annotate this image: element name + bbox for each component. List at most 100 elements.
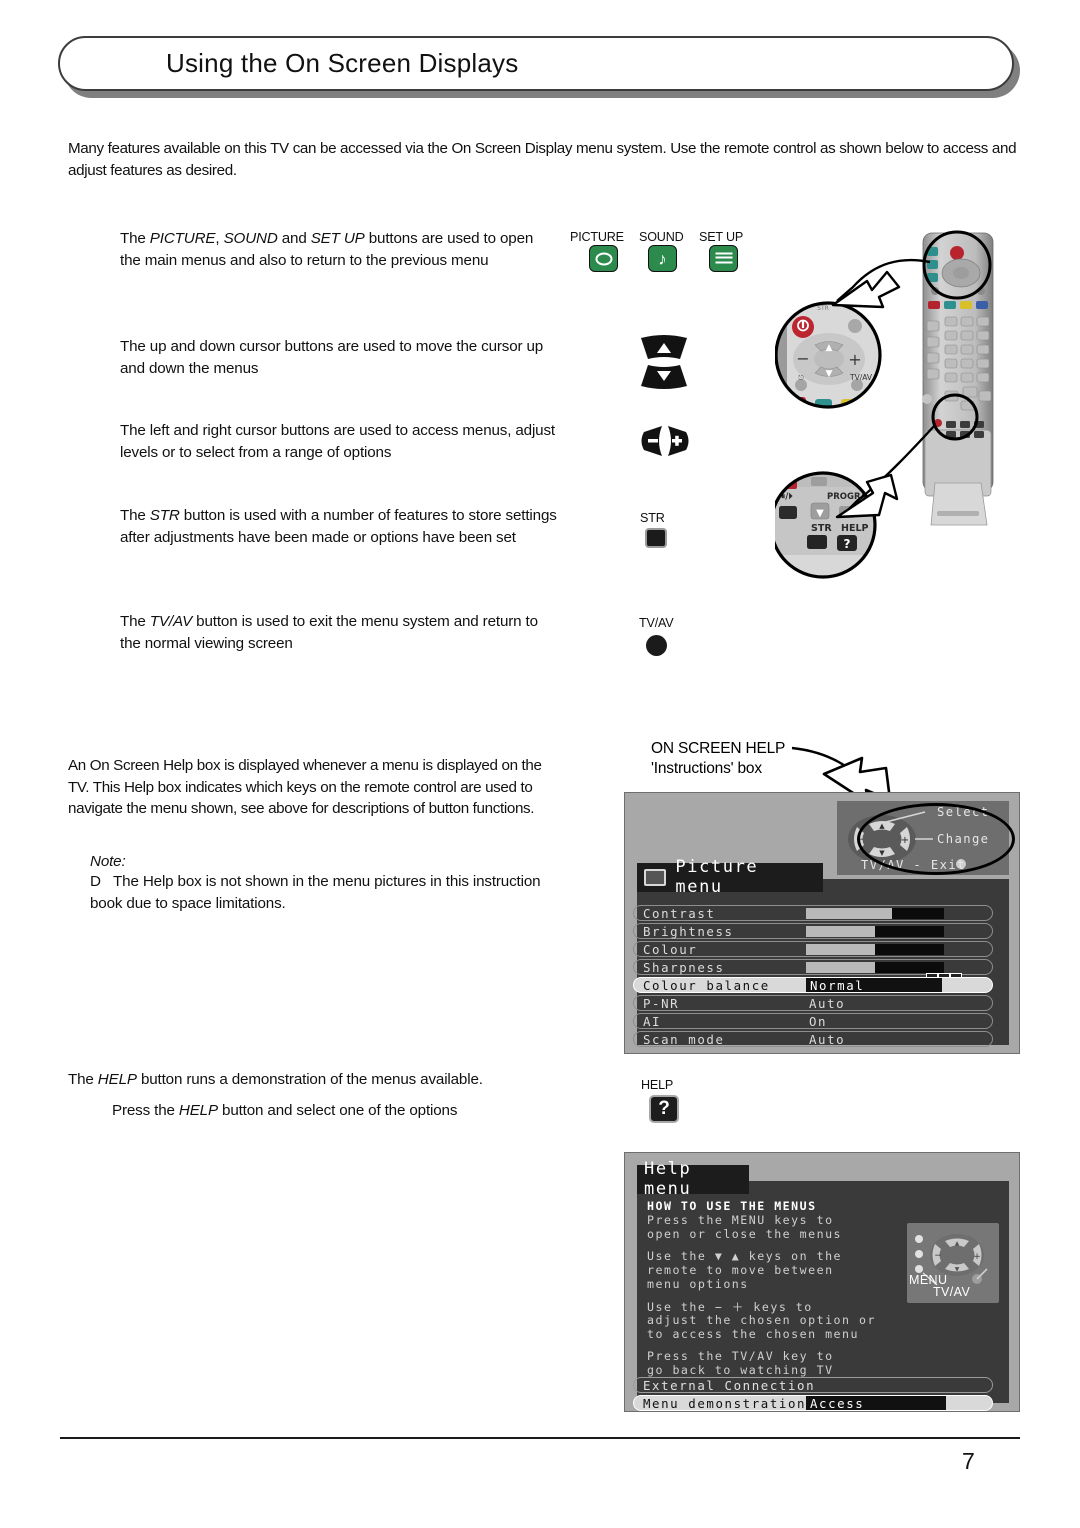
row-label: Menu demonstration — [643, 1395, 807, 1411]
picture-menu-title: Picture menu — [675, 857, 759, 897]
list-lines-icon — [715, 252, 732, 265]
picture-menu-title-tab: Picture menu — [637, 857, 823, 897]
help-line: adjust the chosen option or — [647, 1313, 876, 1327]
svg-text:▲: ▲ — [826, 343, 833, 353]
help-line: Press the MENU keys to — [647, 1213, 834, 1227]
help-row-external-connection[interactable]: External Connection — [633, 1377, 993, 1393]
row-label: Contrast — [643, 905, 716, 921]
picture-button[interactable] — [589, 245, 618, 272]
help-menu-title: Help menu — [644, 1159, 692, 1199]
cursor-up-down-icon[interactable] — [638, 334, 690, 390]
cursor-left-right-icon[interactable] — [639, 424, 691, 458]
picture-row-pnr[interactable]: P-NR Auto — [633, 995, 993, 1011]
section-up-down-cursor-text: The up and down cursor buttons are used … — [120, 338, 544, 377]
row-label: Scan mode — [643, 1031, 725, 1047]
svg-text:?: ? — [844, 537, 851, 551]
picture-screen-icon — [595, 252, 612, 265]
help-line: remote to move between — [647, 1263, 834, 1277]
svg-text:▼: ▼ — [826, 369, 833, 379]
picture-row-contrast[interactable]: Contrast — [633, 905, 993, 921]
on-screen-help-callout-line1: ON SCREEN HELP — [651, 740, 786, 757]
on-screen-help-callout-line2: 'Instructions' box — [651, 760, 762, 777]
row-label: Brightness — [643, 923, 734, 939]
help-demo-line1: The HELP button runs a demonstration of … — [68, 1071, 483, 1088]
help-menu-remote-graphic: ▲ ▼ − + MENU TV/AV — [907, 1223, 999, 1303]
svg-text:▼: ▼ — [955, 1266, 960, 1273]
row-value: Auto — [809, 995, 846, 1011]
row-label: AI — [643, 1013, 662, 1029]
picture-button-label: PICTURE — [570, 230, 624, 244]
setup-button-label: SET UP — [699, 230, 744, 244]
section-picture-sound-setup-text: The PICTURE, SOUND and SET UP buttons ar… — [120, 230, 534, 269]
note-text: The Help box is not shown in the menu pi… — [90, 873, 541, 912]
tvav-button-icon[interactable] — [646, 635, 667, 656]
svg-text:+: + — [973, 1252, 981, 1262]
svg-text:⎋: ⎋ — [798, 374, 804, 382]
picture-row-scan-mode[interactable]: Scan mode Auto — [633, 1031, 993, 1047]
row-label: Sharpness — [643, 959, 725, 975]
help-box-highlight-ellipse — [857, 803, 1015, 875]
svg-text:STR: STR — [811, 523, 832, 534]
svg-text:+: + — [848, 350, 861, 369]
picture-row-ai[interactable]: AI On — [633, 1013, 993, 1029]
row-label: P-NR — [643, 995, 680, 1011]
tvav-button-label: TV/AV — [639, 616, 674, 630]
svg-text:▼: ▼ — [816, 508, 824, 519]
row-value: Auto — [809, 1031, 846, 1047]
row-value: On — [809, 1013, 828, 1029]
str-button-icon[interactable] — [645, 528, 667, 548]
page-header: Using the On Screen Displays — [58, 36, 1020, 98]
setup-button[interactable] — [709, 245, 738, 272]
help-button-label: HELP — [641, 1078, 674, 1092]
svg-text:−: − — [934, 1251, 942, 1261]
svg-text:STR: STR — [817, 305, 829, 312]
section-tvav-text: The TV/AV button is used to exit the men… — [120, 613, 538, 652]
picture-row-sharpness[interactable]: Sharpness — [633, 959, 993, 981]
row-label: Colour balance — [643, 977, 770, 993]
row-label: External Connection — [643, 1377, 816, 1393]
str-button-label: STR — [640, 511, 665, 525]
contrast-bar[interactable] — [806, 908, 944, 919]
section-str-text: The STR button is used with a number of … — [120, 507, 557, 546]
help-line: go back to watching TV — [647, 1363, 834, 1377]
help-line: to access the chosen menu — [647, 1327, 860, 1341]
help-line: menu options — [647, 1277, 749, 1291]
picture-row-colour[interactable]: Colour — [633, 941, 993, 957]
help-line: Use the ▼ ▲ keys on the — [647, 1249, 843, 1263]
svg-text:HELP: HELP — [841, 523, 868, 534]
colour-bar[interactable] — [806, 944, 944, 955]
row-label: Colour — [643, 941, 698, 957]
help-button-icon[interactable]: ? — [649, 1095, 679, 1123]
sound-button[interactable]: ♪ — [648, 245, 677, 272]
note-item: D The Help box is not shown in the menu … — [90, 871, 550, 914]
picture-row-colour-balance[interactable]: Colour balance Normal — [633, 977, 993, 993]
brightness-bar[interactable] — [806, 926, 944, 937]
row-value: Access — [806, 1396, 946, 1411]
page-title: Using the On Screen Displays — [166, 48, 519, 78]
sound-button-label: SOUND — [639, 230, 684, 244]
help-demo-line2: Press the HELP button and select one of … — [112, 1102, 458, 1119]
sharpness-bar[interactable] — [806, 962, 944, 973]
music-note-icon: ♪ — [658, 249, 667, 268]
note-label: Note: — [90, 853, 126, 870]
help-row-menu-demonstration[interactable]: Menu demonstration Access — [633, 1395, 993, 1411]
intro-paragraph: Many features available on this TV can b… — [68, 140, 1017, 179]
help-menu-screen: Help menu HOW TO USE THE MENUS Press the… — [624, 1152, 1020, 1412]
help-menu-heading: HOW TO USE THE MENUS — [647, 1199, 817, 1213]
page-number: 7 — [962, 1448, 975, 1474]
help-line: open or close the menus — [647, 1227, 843, 1241]
remote-control-illustration: ▲ ▼ − + ⎋ TV/AV STR ⏸/⏵ PROGRAM ▼ STR HE… — [769, 225, 1030, 605]
picture-menu-screen: ▲ ▼ − + Select Change TV/AV - Exit Pictu… — [624, 792, 1020, 1054]
picture-row-brightness[interactable]: Brightness — [633, 923, 993, 939]
help-box-paragraph: An On Screen Help box is displayed whene… — [68, 757, 542, 817]
svg-text:▲: ▲ — [955, 1240, 960, 1247]
footer-rule — [60, 1437, 1020, 1439]
row-value: Normal — [806, 978, 942, 993]
note-bullet: D — [90, 873, 101, 890]
help-menu-title-tab: Help menu — [637, 1159, 749, 1199]
help-remote-tvav-label: TV/AV — [933, 1285, 971, 1299]
section-left-right-cursor-text: The left and right cursor buttons are us… — [120, 422, 555, 461]
svg-text:−: − — [796, 349, 809, 368]
tv-screen-icon — [644, 868, 667, 886]
svg-text:TV/AV: TV/AV — [849, 373, 873, 382]
